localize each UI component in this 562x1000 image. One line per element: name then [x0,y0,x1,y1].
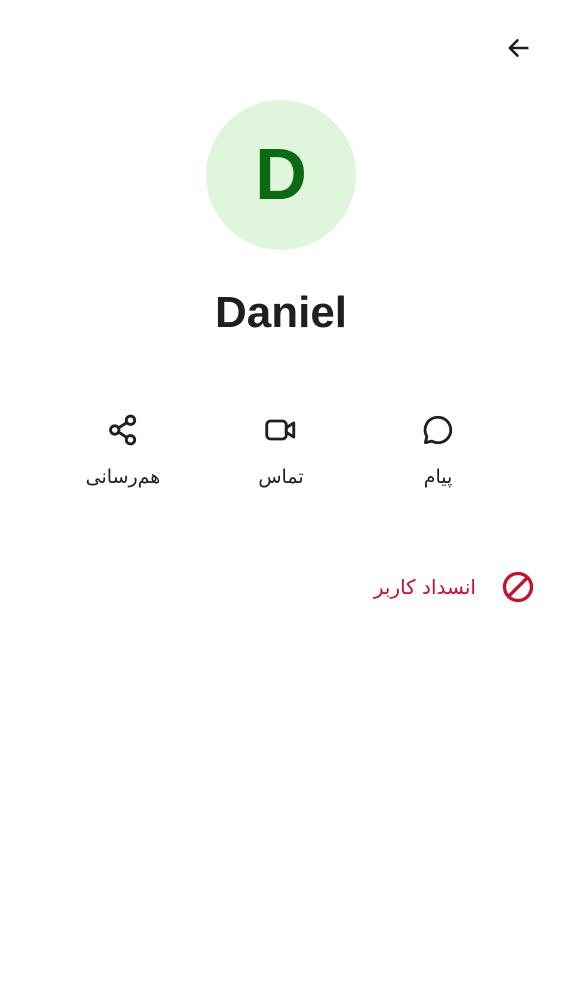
avatar-letter: D [255,135,307,215]
action-row: پیام تماس هم‌رسانی [0,410,562,510]
video-camera-icon [261,410,301,450]
share-icon [103,410,143,450]
block-user-button[interactable]: انسداد کاربر [374,562,538,612]
message-label: پیام [423,466,453,488]
arrow-back-icon [504,34,532,66]
chat-bubble-icon [418,410,458,450]
block-user-label: انسداد کاربر [373,575,476,599]
contact-details-screen: D Daniel پیام تماس [0,0,562,1000]
message-button[interactable]: پیام [378,410,498,488]
contact-name: Daniel [214,288,348,337]
back-button[interactable] [498,30,538,70]
share-button[interactable]: هم‌رسانی [63,410,183,488]
share-label: هم‌رسانی [85,466,161,488]
call-button[interactable]: تماس [221,410,341,488]
call-label: تماس [258,466,304,488]
block-icon [498,567,538,607]
avatar: D [206,100,356,250]
